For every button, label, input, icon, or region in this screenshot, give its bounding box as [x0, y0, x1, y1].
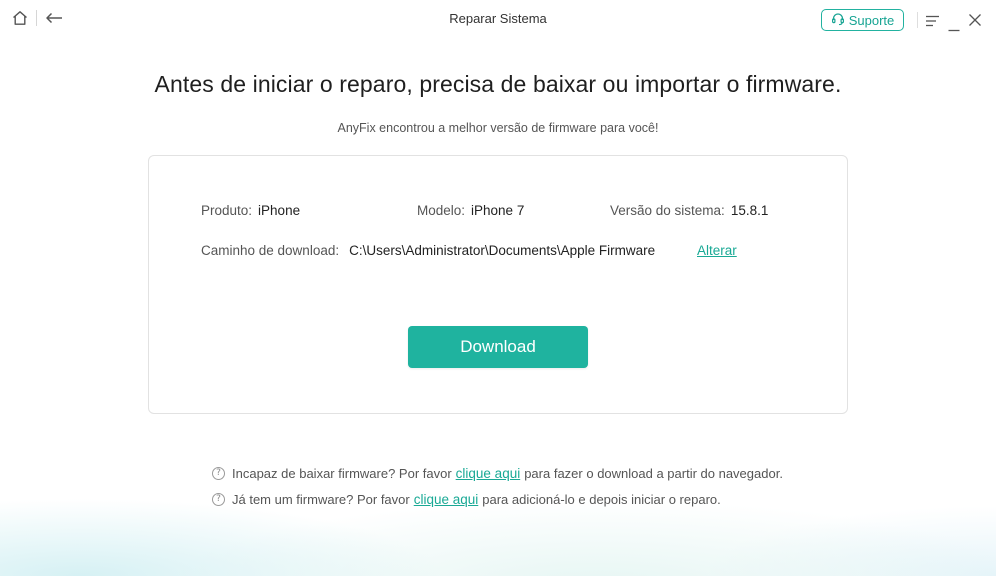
model-info: Modelo: iPhone 7: [417, 203, 524, 218]
help-line-import-firmware: ? Já tem um firmware? Por favor clique a…: [212, 492, 721, 507]
help-text: para adicioná-lo e depois iniciar o repa…: [482, 492, 721, 507]
background-glow: [0, 406, 996, 576]
help-text: para fazer o download a partir do navega…: [524, 466, 783, 481]
menu-icon[interactable]: [925, 14, 940, 32]
page-headline: Antes de iniciar o reparo, precisa de ba…: [154, 71, 842, 97]
product-value: iPhone: [258, 203, 301, 218]
headset-icon: [831, 12, 845, 29]
system-version-info: Versão do sistema: 15.8.1: [610, 203, 768, 218]
question-circle-icon: ?: [212, 493, 225, 506]
download-path-value: C:\Users\Administrator\Documents\Apple F…: [349, 243, 656, 258]
minimize-icon[interactable]: [948, 19, 960, 37]
download-path-info: Caminho de download: C:\Users\Administrat…: [201, 243, 655, 258]
help-text: Já tem um firmware? Por favor: [232, 492, 410, 507]
support-label: Suporte: [848, 12, 895, 28]
support-button[interactable]: Suporte: [821, 9, 904, 31]
title-bar: Reparar Sistema Suporte: [0, 0, 996, 40]
change-path-link[interactable]: Alterar: [697, 243, 737, 258]
page-subheadline: AnyFix encontrou a melhor versão de firm…: [337, 121, 659, 135]
import-firmware-link[interactable]: clique aqui: [414, 492, 479, 507]
title-bar-divider: [917, 12, 918, 28]
question-circle-icon: ?: [212, 467, 225, 480]
help-line-browser-download: ? Incapaz de baixar firmware? Por favor …: [212, 466, 783, 481]
browser-download-link[interactable]: clique aqui: [456, 466, 521, 481]
system-version-label: Versão do sistema:: [610, 203, 725, 218]
help-text: Incapaz de baixar firmware? Por favor: [232, 466, 452, 481]
model-label: Modelo:: [417, 203, 466, 218]
download-path-label: Caminho de download:: [201, 243, 340, 258]
firmware-info-card: Produto: iPhone Modelo: iPhone 7 Versão do…: [148, 155, 848, 414]
close-icon[interactable]: [968, 13, 982, 32]
system-version-value: 15.8.1: [730, 203, 769, 218]
download-button[interactable]: Download: [408, 326, 588, 368]
product-info: Produto: iPhone: [201, 203, 300, 218]
model-value: iPhone 7: [471, 203, 525, 218]
product-label: Produto:: [201, 203, 253, 218]
